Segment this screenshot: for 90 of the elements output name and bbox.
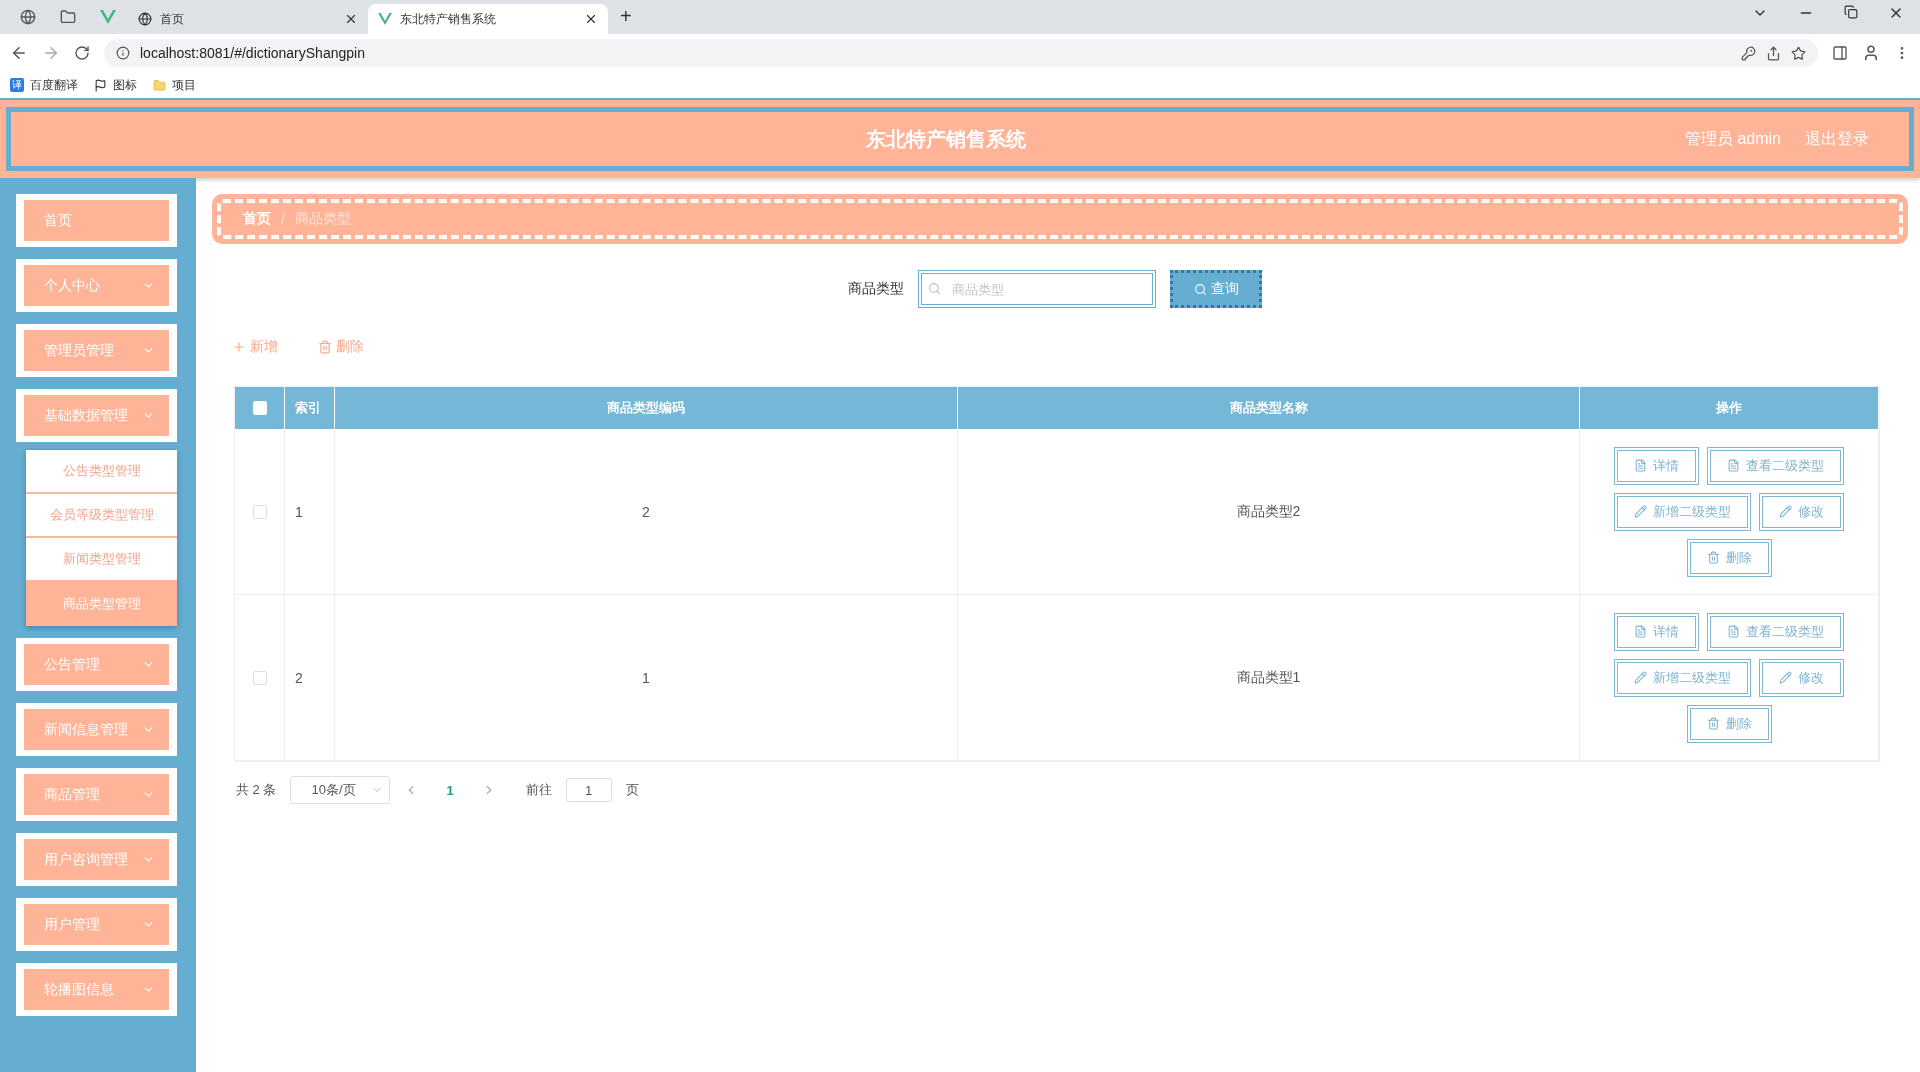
search-button[interactable]: 查询 xyxy=(1170,270,1262,308)
search-label: 商品类型 xyxy=(848,280,904,298)
menu-item[interactable]: 个人中心 xyxy=(24,265,169,306)
row-checkbox[interactable] xyxy=(252,504,267,519)
select-all-checkbox[interactable] xyxy=(252,401,267,415)
submenu-item[interactable]: 公告类型管理 xyxy=(26,450,177,494)
app-title: 东北特产销售系统 xyxy=(865,126,1027,152)
action-button[interactable]: 修改 xyxy=(1759,658,1844,697)
menu-item[interactable]: 用户管理 xyxy=(24,904,169,945)
pencil-icon xyxy=(1634,671,1647,684)
search-icon xyxy=(1193,282,1207,296)
profile-icon[interactable] xyxy=(1862,44,1880,62)
logout-link[interactable]: 退出登录 xyxy=(1805,128,1869,150)
menu-item[interactable]: 公告管理 xyxy=(24,644,169,685)
new-tab-button[interactable]: + xyxy=(608,5,644,34)
menu-item[interactable]: 用户咨询管理 xyxy=(24,839,169,880)
action-button[interactable]: 查看二级类型 xyxy=(1707,446,1844,485)
folder-icon xyxy=(153,78,166,92)
breadcrumb-separator: / xyxy=(281,211,285,227)
add-button[interactable]: 新增 xyxy=(232,338,278,356)
breadcrumb-link[interactable]: 首页 xyxy=(243,210,271,228)
browser-tab[interactable]: 首页 xyxy=(128,4,368,34)
menu-item[interactable]: 基础数据管理 xyxy=(24,395,169,436)
menu-item[interactable]: 商品管理 xyxy=(24,774,169,815)
table-cell: 1 xyxy=(335,595,958,761)
reload-icon[interactable] xyxy=(74,45,90,61)
submenu-item[interactable]: 会员等级类型管理 xyxy=(26,494,177,538)
pencil-icon xyxy=(1779,505,1792,518)
trash-icon xyxy=(318,340,332,354)
action-button[interactable]: 修改 xyxy=(1759,492,1844,531)
flag-icon xyxy=(94,78,107,92)
breadcrumb-current: 商品类型 xyxy=(294,210,351,228)
action-button[interactable]: 删除 xyxy=(1686,538,1772,577)
menu-item[interactable]: 新闻信息管理 xyxy=(24,709,169,750)
restore-icon[interactable] xyxy=(1844,5,1858,19)
logo-icon xyxy=(378,13,392,25)
submenu-item[interactable]: 新闻类型管理 xyxy=(26,538,177,582)
table-cell: 商品类型1 xyxy=(958,595,1580,761)
action-button[interactable]: 详情 xyxy=(1614,612,1699,651)
row-checkbox[interactable] xyxy=(252,670,267,685)
menu-item[interactable]: 管理员管理 xyxy=(24,330,169,371)
trash-icon xyxy=(1706,551,1720,564)
plus-icon xyxy=(232,340,246,354)
goto-label: 前往 xyxy=(525,781,552,799)
globe-icon xyxy=(138,12,152,26)
column-header: 操作 xyxy=(1580,387,1879,429)
trash-icon xyxy=(1706,717,1720,730)
folder-icon xyxy=(60,9,76,25)
browser-tab[interactable]: 东北特产销售系统 xyxy=(368,4,608,34)
table-cell: 1 xyxy=(285,429,335,595)
page-number[interactable]: 1 xyxy=(432,782,468,798)
pencil-icon xyxy=(1779,671,1792,684)
delete-button[interactable]: 删除 xyxy=(318,338,364,356)
menu-item[interactable]: 轮播图信息 xyxy=(24,969,169,1010)
pencil-icon xyxy=(1634,505,1647,518)
action-button[interactable]: 新增二级类型 xyxy=(1614,492,1751,531)
back-icon[interactable] xyxy=(10,44,28,62)
menu-item[interactable]: 首页 xyxy=(24,200,169,241)
side-panel-icon[interactable] xyxy=(1832,45,1848,61)
close-icon[interactable] xyxy=(584,12,598,26)
globe-icon xyxy=(20,9,36,25)
bookmark[interactable]: 译 百度翻译 xyxy=(10,76,78,94)
address-bar[interactable]: localhost:8081/#/dictionaryShangpin xyxy=(104,39,1818,67)
column-header: 商品类型编码 xyxy=(335,387,958,429)
logo-icon xyxy=(100,10,116,24)
table-cell: 2 xyxy=(335,429,958,595)
column-header: 商品类型名称 xyxy=(958,387,1580,429)
search-field[interactable]: 商品类型 xyxy=(918,270,1156,308)
close-icon[interactable] xyxy=(344,12,358,26)
document-icon xyxy=(1727,459,1740,472)
table-cell: 2 xyxy=(285,595,335,761)
document-icon xyxy=(1634,459,1647,472)
search-icon xyxy=(928,282,941,295)
action-button[interactable]: 详情 xyxy=(1614,446,1699,485)
table-cell: 商品类型2 xyxy=(958,429,1580,595)
total-count: 共 2 条 xyxy=(236,781,277,799)
bookmark[interactable]: 图标 xyxy=(94,76,137,94)
document-icon xyxy=(1634,625,1647,638)
bookmark-logo: 译 xyxy=(10,78,24,92)
action-button[interactable]: 删除 xyxy=(1686,704,1772,743)
page-size-select[interactable]: 10条/页 xyxy=(290,776,391,804)
goto-field[interactable]: 1 xyxy=(565,778,612,802)
page-suffix: 页 xyxy=(625,781,639,799)
column-header: 索引 xyxy=(285,387,335,429)
document-icon xyxy=(1727,625,1740,638)
submenu-item[interactable]: 商品类型管理 xyxy=(26,582,177,626)
bookmark[interactable]: 项目 xyxy=(153,76,196,94)
action-button[interactable]: 查看二级类型 xyxy=(1707,612,1844,651)
action-button[interactable]: 新增二级类型 xyxy=(1614,658,1751,697)
user-label: 管理员 admin xyxy=(1684,128,1781,149)
